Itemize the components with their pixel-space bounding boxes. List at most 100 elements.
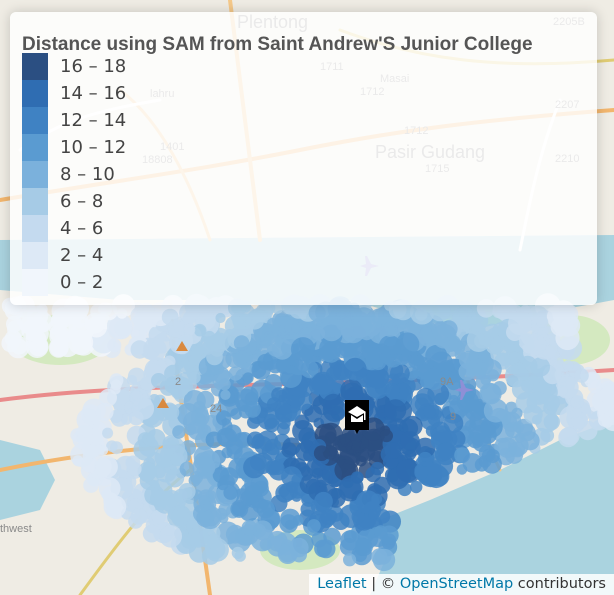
distance-dot <box>562 360 574 371</box>
distance-dot <box>216 427 236 447</box>
distance-dot <box>220 389 231 400</box>
distance-dot <box>355 538 373 556</box>
legend-item: 12 – 14 <box>22 107 322 134</box>
distance-dot <box>146 429 166 448</box>
distance-dot <box>187 526 209 548</box>
distance-dot <box>536 315 549 328</box>
leaflet-link[interactable]: Leaflet <box>317 576 366 592</box>
distance-dot <box>379 525 399 545</box>
distance-dot <box>245 311 265 330</box>
legend-swatch <box>22 242 48 269</box>
legend-label: 12 – 14 <box>60 110 127 131</box>
distance-dot <box>444 335 461 352</box>
distance-dot <box>448 394 459 406</box>
distance-dot <box>98 445 109 456</box>
distance-dot <box>259 538 272 551</box>
distance-dot <box>437 442 455 461</box>
distance-dot <box>49 337 69 357</box>
distance-dot <box>242 372 254 384</box>
distance-dot <box>458 305 473 320</box>
distance-dot <box>289 537 309 558</box>
distance-dot <box>278 486 290 497</box>
distance-dot <box>143 337 167 362</box>
distance-dot <box>543 413 560 431</box>
distance-dot <box>485 449 500 464</box>
distance-dot <box>253 480 269 497</box>
distance-dot <box>574 368 589 383</box>
map-attribution: Leaflet | © OpenStreetMap contributors <box>309 574 614 595</box>
distance-dot <box>414 465 429 480</box>
distance-dot <box>172 425 186 439</box>
distance-dot <box>340 325 354 338</box>
distance-dot <box>384 442 402 459</box>
distance-dot <box>173 488 188 503</box>
legend-label: 0 – 2 <box>60 272 104 293</box>
distance-dot <box>150 478 173 501</box>
legend-item: 2 – 4 <box>22 242 322 269</box>
distance-dot <box>311 371 335 395</box>
distance-dot <box>36 343 48 354</box>
distance-dot <box>559 427 578 445</box>
distance-dot <box>218 378 231 391</box>
legend-panel: Distance using SAM from Saint Andrew'S J… <box>10 12 597 305</box>
distance-dot <box>360 315 382 337</box>
distance-dot <box>95 455 118 478</box>
school-icon[interactable] <box>345 400 369 434</box>
distance-dot <box>454 447 471 464</box>
distance-dot <box>231 501 247 517</box>
distance-dot <box>523 404 543 424</box>
distance-dot <box>110 383 121 395</box>
distance-dot <box>279 403 292 415</box>
distance-dot <box>161 308 179 326</box>
distance-dot <box>395 332 420 357</box>
distance-dot <box>68 329 94 355</box>
distance-dot <box>384 383 400 399</box>
distance-dot <box>459 350 478 370</box>
distance-dot <box>290 337 316 362</box>
distance-dot <box>521 379 534 393</box>
distance-dot <box>570 395 584 409</box>
distance-dot <box>382 322 398 337</box>
distance-dot <box>343 553 357 567</box>
distance-dot <box>384 399 407 421</box>
distance-dot <box>423 405 437 419</box>
distance-dot <box>271 338 293 360</box>
distance-dot <box>129 390 143 404</box>
distance-dot <box>314 491 333 511</box>
distance-dot <box>525 333 547 356</box>
distance-dot <box>368 508 379 520</box>
distance-dot <box>307 519 321 533</box>
distance-dot <box>316 539 336 559</box>
legend-swatch <box>22 134 48 161</box>
distance-dot <box>80 425 94 438</box>
distance-dot <box>420 325 432 337</box>
distance-dot <box>142 524 161 543</box>
distance-dot <box>102 427 114 439</box>
legend-label: 16 – 18 <box>60 56 127 77</box>
distance-dot <box>313 445 330 462</box>
legend-item: 8 – 10 <box>22 161 322 188</box>
legend-label: 6 – 8 <box>60 191 104 212</box>
distance-dot <box>281 442 297 458</box>
place-label: 9 <box>450 411 456 423</box>
distance-dot <box>483 398 508 423</box>
distance-dot <box>474 333 490 349</box>
legend-swatch <box>22 107 48 134</box>
openstreetmap-link[interactable]: OpenStreetMap <box>400 576 513 592</box>
distance-dot <box>238 404 253 419</box>
distance-dot <box>256 499 275 519</box>
legend-swatch <box>22 161 48 188</box>
distance-dot <box>179 461 195 477</box>
distance-dot <box>130 508 148 525</box>
attribution-contributors: contributors <box>513 576 606 592</box>
distance-dot <box>196 509 215 527</box>
distance-dot <box>343 357 367 381</box>
distance-dot <box>280 508 301 529</box>
legend-label: 8 – 10 <box>60 164 115 185</box>
legend-item: 6 – 8 <box>22 188 322 215</box>
distance-dot <box>194 325 206 337</box>
distance-dot <box>508 311 532 336</box>
distance-dot <box>464 399 486 422</box>
distance-dot <box>322 393 344 416</box>
distance-dot <box>400 431 420 451</box>
